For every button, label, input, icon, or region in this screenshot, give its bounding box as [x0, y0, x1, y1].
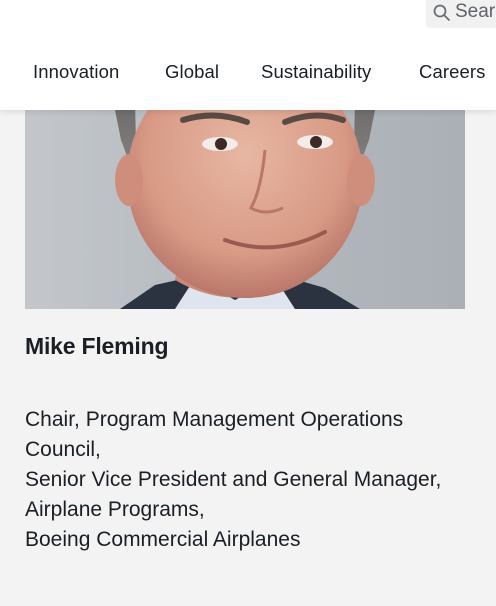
search-icon[interactable] [432, 3, 452, 23]
title-line: Chair, Program Management Operations [25, 408, 404, 431]
title-line: Council, [25, 438, 101, 461]
profile-photo [25, 100, 465, 309]
site-header: Innovation Global Sustainability Careers [0, 0, 496, 110]
title-line: Boeing Commercial Airplanes [25, 528, 301, 551]
nav-item-careers[interactable]: Careers [419, 58, 486, 86]
main-nav: Innovation Global Sustainability Careers [0, 58, 496, 88]
nav-item-innovation[interactable]: Innovation [33, 58, 119, 86]
person-name: Mike Fleming [25, 333, 169, 359]
title-line: Airplane Programs, [25, 498, 205, 521]
nav-item-sustainability[interactable]: Sustainability [261, 58, 371, 86]
nav-item-global[interactable]: Global [165, 58, 219, 86]
search-box[interactable] [426, 0, 496, 28]
title-line: Senior Vice President and General Manage… [25, 468, 442, 491]
search-input[interactable] [455, 0, 496, 24]
person-title: Chair, Program Management Operations Cou… [25, 405, 485, 555]
